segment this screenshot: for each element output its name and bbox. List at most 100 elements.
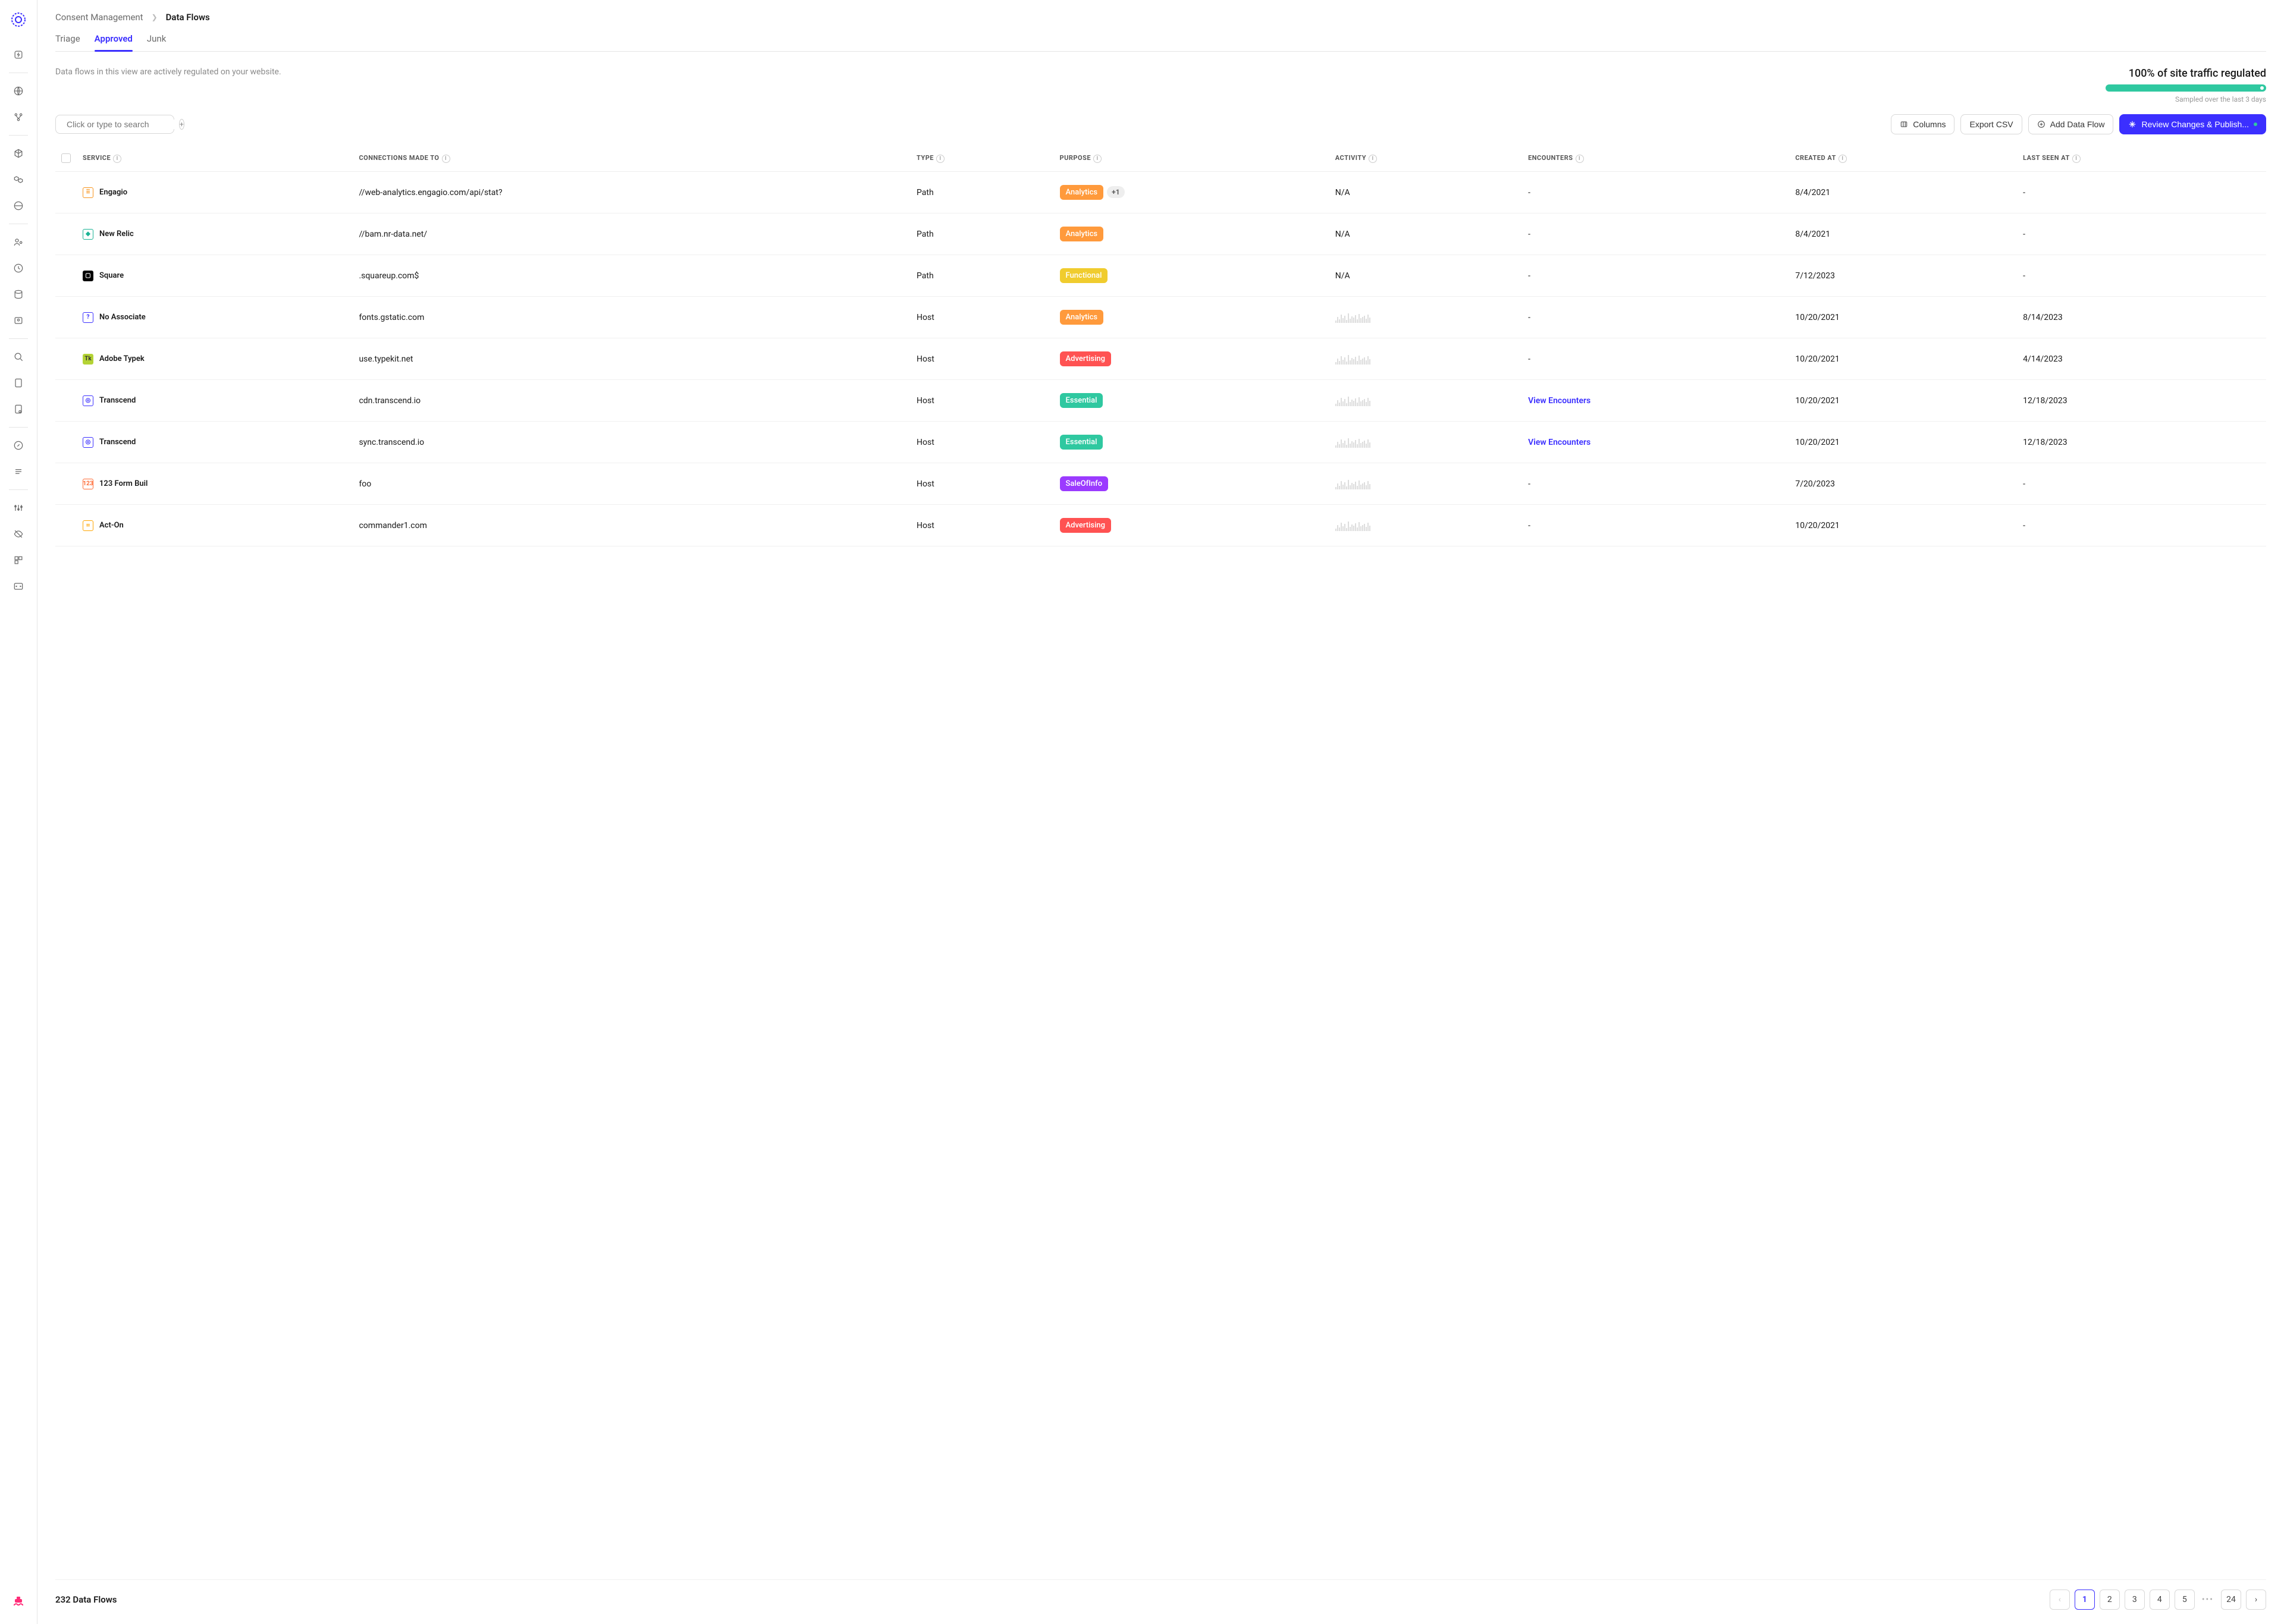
created-cell: 7/12/2023: [1789, 255, 2017, 297]
search-add-icon[interactable]: +: [179, 119, 184, 130]
nav-lightning-icon[interactable]: [10, 46, 27, 63]
info-icon[interactable]: i: [1576, 155, 1584, 163]
activity-sparkline: [1335, 520, 1516, 531]
add-dataflow-button[interactable]: Add Data Flow: [2028, 114, 2114, 134]
type-cell: Path: [911, 213, 1054, 255]
select-all-checkbox[interactable]: [61, 153, 71, 163]
view-encounters-link[interactable]: View Encounters: [1528, 396, 1590, 406]
tab-approved[interactable]: Approved: [95, 31, 133, 51]
type-cell: Host: [911, 297, 1054, 338]
service-name: New Relic: [99, 230, 134, 238]
nav-search2-icon[interactable]: [10, 348, 27, 365]
type-cell: Host: [911, 463, 1054, 505]
service-name: Transcend: [99, 438, 136, 447]
nav-cubes-icon[interactable]: [10, 171, 27, 188]
info-icon[interactable]: i: [113, 155, 121, 163]
nav-list-icon[interactable]: [10, 463, 27, 480]
service-icon: ▢: [83, 271, 93, 281]
encounters-text: -: [1528, 271, 1530, 281]
page-button-1[interactable]: 1: [2075, 1590, 2095, 1610]
page-button-last[interactable]: 24: [2221, 1590, 2241, 1610]
columns-button[interactable]: Columns: [1891, 114, 1954, 134]
export-csv-button[interactable]: Export CSV: [1960, 114, 2022, 134]
nav-eyeoff-icon[interactable]: [10, 526, 27, 542]
nav-world-icon[interactable]: [10, 197, 27, 214]
created-cell: 10/20/2021: [1789, 380, 2017, 422]
table-row[interactable]: TkAdobe Typekuse.typekit.netHostAdvertis…: [55, 338, 2266, 380]
service-icon: ?: [83, 312, 93, 323]
search-field[interactable]: [67, 120, 174, 129]
created-cell: 10/20/2021: [1789, 505, 2017, 546]
view-description: Data flows in this view are actively reg…: [55, 67, 281, 77]
table-row[interactable]: ▢Square.squareup.com$PathFunctionalN/A-7…: [55, 255, 2266, 297]
table-row[interactable]: ◆New Relic//bam.nr-data.net/PathAnalytic…: [55, 213, 2266, 255]
nav-ship-icon[interactable]: [10, 1593, 27, 1612]
created-cell: 10/20/2021: [1789, 297, 2017, 338]
col-connections: Connections Made Toi: [353, 145, 911, 172]
activity-sparkline: [1335, 395, 1516, 406]
page-next-button[interactable]: ›: [2246, 1590, 2266, 1610]
nav-id-icon[interactable]: [10, 312, 27, 329]
created-cell: 8/4/2021: [1789, 213, 2017, 255]
service-name: 123 Form Buil: [99, 479, 148, 488]
service-name: Transcend: [99, 396, 136, 405]
tab-junk[interactable]: Junk: [147, 31, 166, 51]
nav-sliders-icon[interactable]: [10, 500, 27, 516]
service-cell: ⠶Act-On: [83, 520, 347, 531]
page-button-4[interactable]: 4: [2150, 1590, 2170, 1610]
info-icon[interactable]: i: [1369, 155, 1377, 163]
created-cell: 10/20/2021: [1789, 422, 2017, 463]
nav-doc2-icon[interactable]: [10, 401, 27, 417]
lastseen-cell: -: [2017, 505, 2266, 546]
table-row[interactable]: ⠿Engagio//web-analytics.engagio.com/api/…: [55, 172, 2266, 213]
info-icon[interactable]: i: [1093, 155, 1102, 163]
breadcrumb: Consent Management ❯ Data Flows: [55, 12, 2266, 23]
view-encounters-link[interactable]: View Encounters: [1528, 438, 1590, 447]
tab-triage[interactable]: Triage: [55, 31, 80, 51]
table-row[interactable]: ⠶Act-Oncommander1.comHostAdvertising-10/…: [55, 505, 2266, 546]
nav-globe-icon[interactable]: [10, 83, 27, 99]
page-button-2[interactable]: 2: [2100, 1590, 2120, 1610]
info-icon[interactable]: i: [442, 155, 450, 163]
connection-cell: fonts.gstatic.com: [353, 297, 911, 338]
nav-nodes-icon[interactable]: [10, 109, 27, 125]
page-prev-button[interactable]: ‹: [2050, 1590, 2070, 1610]
info-icon[interactable]: i: [2072, 155, 2081, 163]
created-cell: 7/20/2023: [1789, 463, 2017, 505]
service-icon: ⠶: [83, 520, 93, 531]
nav-code-icon[interactable]: [10, 578, 27, 595]
page-button-5[interactable]: 5: [2175, 1590, 2195, 1610]
review-publish-button[interactable]: Review Changes & Publish...: [2119, 114, 2266, 134]
lastseen-cell: 12/18/2023: [2017, 380, 2266, 422]
col-purpose: Purposei: [1054, 145, 1329, 172]
table-row[interactable]: ?No Associatefonts.gstatic.comHostAnalyt…: [55, 297, 2266, 338]
purpose-badge: Analytics: [1060, 227, 1104, 241]
lastseen-cell: -: [2017, 213, 2266, 255]
breadcrumb-parent[interactable]: Consent Management: [55, 12, 143, 23]
purpose-badge: Essential: [1060, 393, 1103, 408]
connection-cell: .squareup.com$: [353, 255, 911, 297]
page-button-3[interactable]: 3: [2125, 1590, 2145, 1610]
nav-database-icon[interactable]: [10, 286, 27, 303]
connection-cell: sync.transcend.io: [353, 422, 911, 463]
table-row[interactable]: ◎Transcendsync.transcend.ioHostEssential…: [55, 422, 2266, 463]
connection-cell: //web-analytics.engagio.com/api/stat?: [353, 172, 911, 213]
info-icon[interactable]: i: [1839, 155, 1847, 163]
table-row[interactable]: ◎Transcendcdn.transcend.ioHostEssentialV…: [55, 380, 2266, 422]
service-name: Square: [99, 271, 124, 280]
encounters-text: -: [1528, 354, 1530, 364]
nav-compass-icon[interactable]: [10, 437, 27, 454]
purpose-badge: SaleOfInfo: [1060, 476, 1109, 491]
nav-layout-icon[interactable]: [10, 552, 27, 568]
nav-doc1-icon[interactable]: [10, 375, 27, 391]
info-icon[interactable]: i: [936, 155, 945, 163]
activity-text: N/A: [1335, 230, 1350, 239]
service-icon: ◎: [83, 395, 93, 406]
nav-cube-icon[interactable]: [10, 145, 27, 162]
col-lastseen: Last Seen Ati: [2017, 145, 2266, 172]
table-row[interactable]: 123123 Form BuilfooHostSaleOfInfo-7/20/2…: [55, 463, 2266, 505]
nav-users-icon[interactable]: [10, 234, 27, 250]
purpose-badge: Advertising: [1060, 351, 1111, 366]
nav-clock-icon[interactable]: [10, 260, 27, 277]
search-input[interactable]: +: [55, 115, 174, 134]
